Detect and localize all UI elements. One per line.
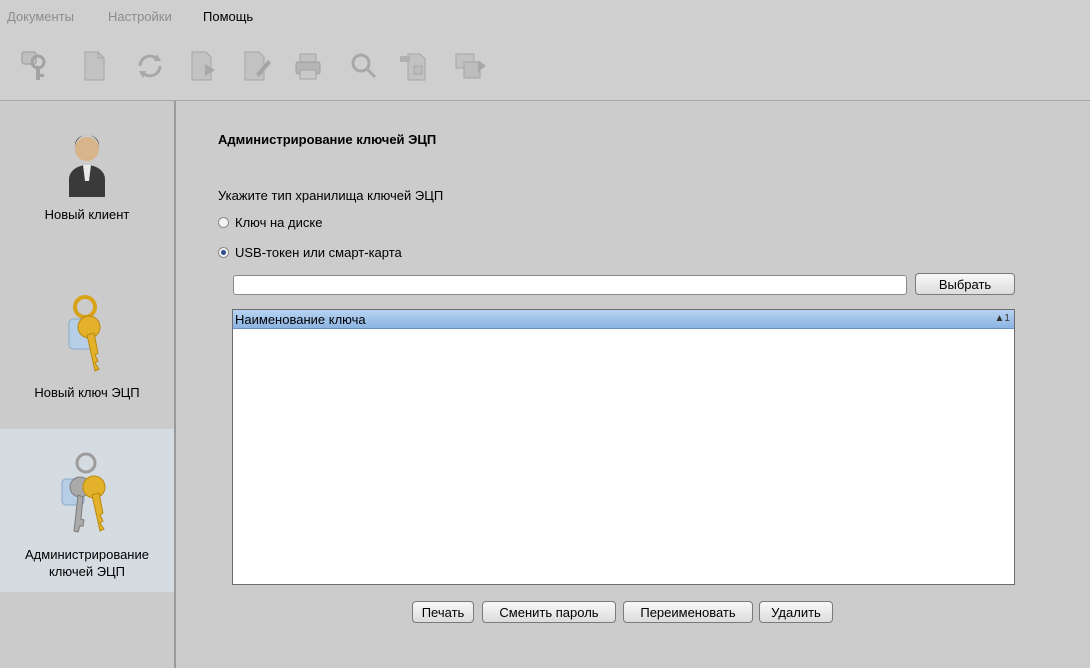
sort-indicator: ▲1 — [994, 313, 1010, 324]
sidebar-item-new-client[interactable]: Новый клиент — [0, 133, 174, 253]
delete-button[interactable]: Удалить — [759, 601, 833, 623]
print-button[interactable]: Печать — [412, 601, 474, 623]
export-document-icon[interactable] — [183, 46, 223, 86]
print-icon[interactable] — [288, 46, 328, 86]
sidebar-item-label: Администрирование ключей ЭЦП — [25, 547, 149, 579]
key-icon — [68, 295, 101, 372]
keys-table: Наименование ключа ▲1 — [232, 309, 1015, 585]
storage-type-prompt: Укажите тип хранилища ключей ЭЦП — [218, 188, 444, 203]
main-panel: Администрирование ключей ЭЦП Укажите тип… — [176, 101, 1090, 668]
edit-document-icon[interactable] — [236, 46, 276, 86]
user-icon — [69, 135, 105, 197]
radio-key-on-disk[interactable]: Ключ на диске — [218, 215, 322, 230]
export-key-icon[interactable] — [450, 46, 490, 86]
sidebar-item-new-key[interactable]: Новый ключ ЭЦП — [0, 289, 174, 414]
import-key-icon[interactable] — [396, 46, 436, 86]
search-icon[interactable] — [344, 46, 384, 86]
new-document-icon[interactable] — [74, 46, 114, 86]
page-title: Администрирование ключей ЭЦП — [218, 132, 437, 147]
sidebar-item-key-admin[interactable]: Администрирование ключей ЭЦП — [0, 429, 174, 592]
key-tool-icon[interactable] — [16, 46, 56, 86]
column-header-key-name[interactable]: Наименование ключа — [235, 312, 366, 327]
menu-help[interactable]: Помощь — [203, 9, 253, 24]
sidebar-item-label: Новый клиент — [44, 207, 130, 222]
menu-bar: Документы Настройки Помощь — [0, 0, 1090, 30]
menu-settings[interactable]: Настройки — [108, 9, 172, 24]
sidebar-item-label: Новый ключ ЭЦП — [34, 385, 140, 400]
change-password-button[interactable]: Сменить пароль — [482, 601, 616, 623]
toolbar — [0, 30, 1090, 101]
rename-button[interactable]: Переименовать — [623, 601, 753, 623]
radio-label: USB-токен или смарт-карта — [235, 245, 402, 260]
radio-button[interactable] — [218, 247, 229, 258]
radio-label: Ключ на диске — [235, 215, 323, 230]
refresh-icon[interactable] — [130, 46, 170, 86]
table-header[interactable]: Наименование ключа ▲1 — [233, 310, 1014, 329]
key-path-input[interactable] — [233, 275, 907, 295]
radio-usb-token[interactable]: USB-токен или смарт-карта — [218, 245, 402, 260]
menu-documents[interactable]: Документы — [7, 9, 74, 24]
radio-button[interactable] — [218, 217, 229, 228]
keys-admin-icon — [61, 452, 106, 533]
sidebar: Новый клиент Новый ключ ЭЦП Администриро… — [0, 101, 176, 668]
choose-button[interactable]: Выбрать — [915, 273, 1015, 295]
